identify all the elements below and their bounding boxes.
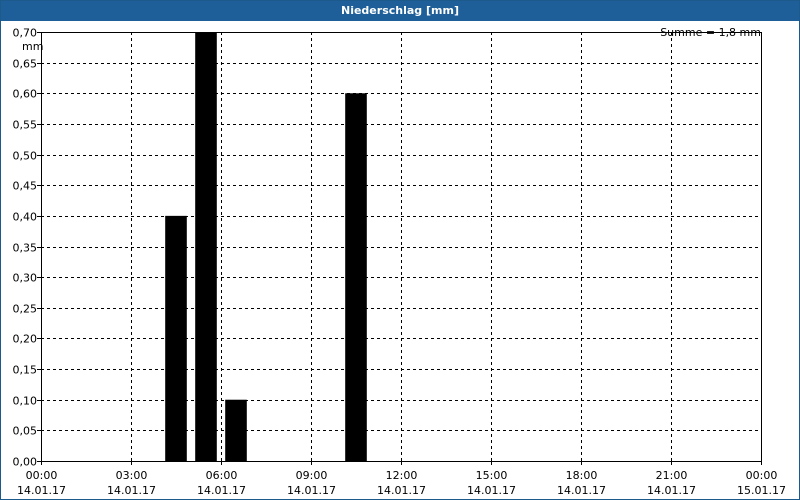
y-tick-label: 0,55 — [13, 119, 38, 132]
x-tick-date: 14.01.17 — [467, 484, 516, 497]
precipitation-bar — [345, 93, 367, 462]
x-tick-date: 15.01.17 — [737, 484, 786, 497]
y-tick-label: 0,30 — [13, 272, 38, 285]
x-tick-date: 14.01.17 — [557, 484, 606, 497]
y-tick-label: 0,00 — [13, 456, 38, 469]
y-tick-label: 0,15 — [13, 364, 38, 377]
precipitation-chart: mm Summe = 1,8 mm 0,000,050,100,150,200,… — [13, 26, 786, 498]
x-tick-time: 00:00 — [746, 469, 778, 482]
x-tick-time: 06:00 — [206, 469, 238, 482]
bars-layer — [165, 32, 367, 462]
y-tick-label: 0,45 — [13, 180, 38, 193]
x-tick-date: 14.01.17 — [647, 484, 696, 497]
x-tick-date: 14.01.17 — [197, 484, 246, 497]
x-tick-time: 21:00 — [656, 469, 688, 482]
y-tick-label: 0,70 — [13, 27, 38, 40]
tick-labels-layer: 0,00 0,05 0,10 0,15 0,20 0,25 0,30 0,35 0,40 0,45… — [13, 27, 786, 498]
precipitation-bar — [195, 32, 217, 461]
y-tick-label: 0,60 — [13, 88, 38, 101]
y-tick-label: 0,10 — [13, 395, 38, 408]
y-tick-label: 0,35 — [13, 242, 38, 255]
x-tick-date: 14.01.17 — [377, 484, 426, 497]
x-tick-time: 09:00 — [296, 469, 328, 482]
x-tick-date: 14.01.17 — [287, 484, 336, 497]
x-tick-time: 15:00 — [476, 469, 508, 482]
x-tick-time: 03:00 — [116, 469, 148, 482]
y-tick-label: 0,05 — [13, 425, 38, 438]
y-tick-label: 0,65 — [13, 58, 38, 71]
y-tick-label: 0,25 — [13, 303, 38, 316]
x-tick-date: 14.01.17 — [17, 484, 66, 497]
x-tick-date: 14.01.17 — [107, 484, 156, 497]
grid-layer — [41, 32, 761, 461]
precipitation-bar — [165, 215, 187, 461]
y-tick-label: 0,40 — [13, 211, 38, 224]
y-tick-label: 0,50 — [13, 150, 38, 163]
x-tick-time: 18:00 — [566, 469, 598, 482]
x-tick-time: 00:00 — [26, 469, 58, 482]
x-tick-time: 12:00 — [386, 469, 418, 482]
y-tick-label: 0,20 — [13, 333, 38, 346]
y-unit-label: mm — [22, 40, 43, 53]
precipitation-bar — [225, 399, 247, 461]
